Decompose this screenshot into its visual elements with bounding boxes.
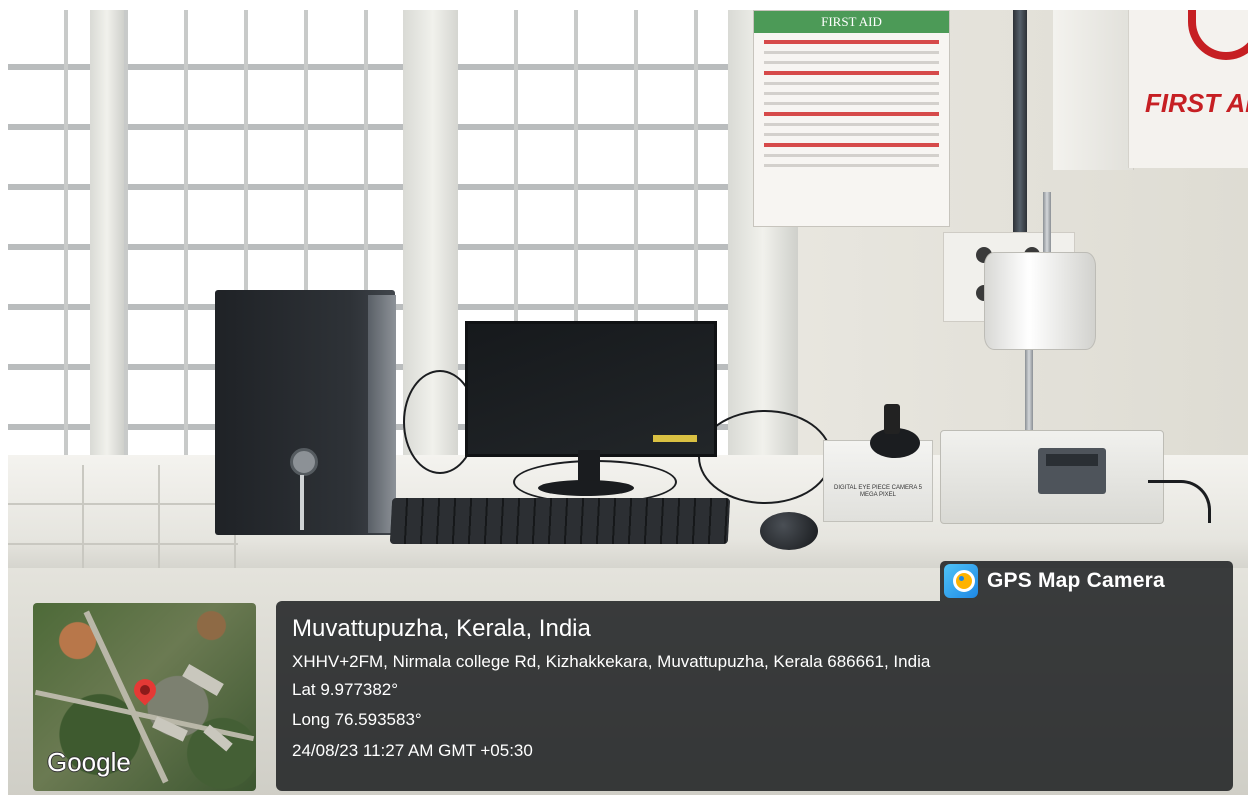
gps-camera-icon bbox=[944, 564, 978, 598]
instrument-cylinder bbox=[984, 252, 1096, 350]
first-aid-label: FIRST AID B bbox=[1145, 88, 1248, 118]
mouse bbox=[760, 512, 818, 550]
timestamp: 24/08/23 11:27 AM GMT +05:30 bbox=[292, 741, 533, 760]
counter-tiles bbox=[8, 465, 238, 575]
longitude: Long 76.593583° bbox=[292, 710, 422, 729]
camera-box-label: DIGITAL EYE PIECE CAMERA 5 MEGA PIXEL bbox=[833, 485, 923, 498]
cable bbox=[698, 410, 832, 504]
first-aid-poster: FIRST AID bbox=[753, 10, 950, 227]
address: XHHV+2FM, Nirmala college Rd, Kizhakkeka… bbox=[292, 652, 931, 671]
latitude: Lat 9.977382° bbox=[292, 680, 399, 699]
map-attribution: Google bbox=[47, 747, 131, 777]
wall-cabinet bbox=[1053, 10, 1134, 170]
power-button-icon bbox=[290, 448, 318, 476]
location-panel: Muvattupuzha, Kerala, India XHHV+2FM, Ni… bbox=[276, 601, 1233, 791]
app-name: GPS Map Camera bbox=[987, 569, 1165, 592]
window-frame bbox=[90, 10, 124, 465]
place-name: Muvattupuzha, Kerala, India bbox=[292, 615, 591, 642]
gps-app-badge: GPS Map Camera bbox=[940, 561, 1233, 601]
location-pin-icon bbox=[129, 674, 161, 706]
map-building bbox=[182, 663, 224, 697]
photo-stage: FIRST AID FIRST AID B bbox=[0, 0, 1248, 802]
keyboard bbox=[389, 498, 731, 544]
poster-title: FIRST AID bbox=[754, 11, 949, 33]
instrument-display bbox=[1046, 454, 1098, 466]
map-thumbnail: Google bbox=[33, 603, 256, 791]
water-pipe bbox=[1013, 10, 1027, 235]
